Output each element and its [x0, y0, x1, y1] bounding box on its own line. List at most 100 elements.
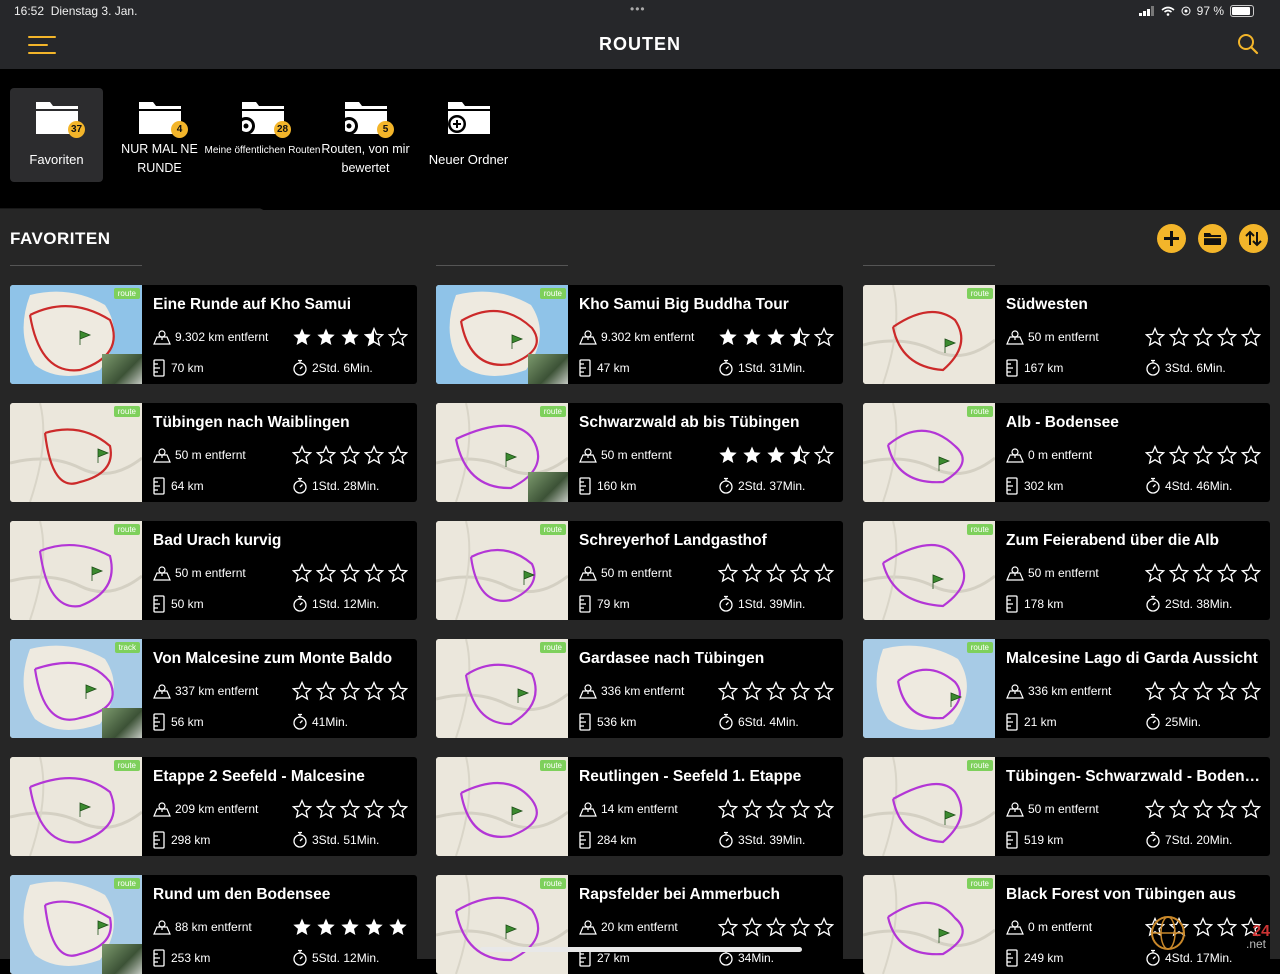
star-icon[interactable] — [1145, 327, 1165, 347]
star-icon[interactable] — [742, 563, 762, 583]
route-card[interactable]: route Schwarzwald ab bis Tübingen 50 m ent… — [436, 403, 843, 502]
star-icon[interactable] — [1193, 563, 1213, 583]
star-icon[interactable] — [1169, 681, 1189, 701]
route-card[interactable]: route Zum Feierabend über die Alb 50 m ent… — [863, 521, 1270, 620]
star-icon[interactable] — [1241, 327, 1261, 347]
route-card[interactable]: track Von Malcesine zum Monte Baldo 337 km… — [10, 639, 417, 738]
rating-stars[interactable] — [718, 917, 834, 937]
star-icon[interactable] — [292, 327, 312, 347]
star-icon[interactable] — [316, 681, 336, 701]
star-icon[interactable] — [790, 917, 810, 937]
star-icon[interactable] — [790, 799, 810, 819]
star-icon[interactable] — [790, 563, 810, 583]
star-icon[interactable] — [718, 917, 738, 937]
star-icon[interactable] — [1145, 445, 1165, 465]
star-icon[interactable] — [1193, 681, 1213, 701]
rating-stars[interactable] — [1145, 327, 1261, 347]
star-icon[interactable] — [292, 445, 312, 465]
star-icon[interactable] — [1241, 799, 1261, 819]
rating-stars[interactable] — [718, 563, 834, 583]
star-icon[interactable] — [388, 327, 408, 347]
rating-stars[interactable] — [292, 327, 408, 347]
rating-stars[interactable] — [1145, 563, 1261, 583]
star-icon[interactable] — [364, 445, 384, 465]
star-icon[interactable] — [766, 799, 786, 819]
star-icon[interactable] — [1145, 799, 1165, 819]
star-icon[interactable] — [1145, 563, 1165, 583]
folder-routen-von-mir-bewertet[interactable]: 5 Routen, von mir bewertet — [319, 88, 412, 182]
route-card[interactable]: route Eine Runde auf Kho Samui 9.302 km en… — [10, 285, 417, 384]
rating-stars[interactable] — [292, 799, 408, 819]
folder-nur-mal-ne-runde[interactable]: 4 NUR MAL NE RUNDE — [113, 88, 206, 182]
star-icon[interactable] — [1193, 327, 1213, 347]
rating-stars[interactable] — [718, 799, 834, 819]
star-icon[interactable] — [1241, 563, 1261, 583]
star-icon[interactable] — [742, 799, 762, 819]
star-icon[interactable] — [814, 327, 834, 347]
folder-neuer-ordner[interactable]: Neuer Ordner — [422, 88, 515, 182]
route-card[interactable]: route Reutlingen - Seefeld 1. Etappe 14 km… — [436, 757, 843, 856]
star-icon[interactable] — [364, 563, 384, 583]
sort-button[interactable] — [1239, 224, 1268, 253]
star-icon[interactable] — [364, 799, 384, 819]
star-icon[interactable] — [766, 563, 786, 583]
folder-meine-oeffentlichen-routen[interactable]: 28 Meine öffentlichen Routen — [204, 88, 321, 182]
rating-stars[interactable] — [718, 681, 834, 701]
star-icon[interactable] — [388, 799, 408, 819]
star-icon[interactable] — [388, 917, 408, 937]
star-icon[interactable] — [718, 681, 738, 701]
star-icon[interactable] — [742, 917, 762, 937]
star-icon[interactable] — [1217, 799, 1237, 819]
rating-stars[interactable] — [292, 445, 408, 465]
rating-stars[interactable] — [292, 917, 408, 937]
route-card[interactable]: route Etappe 2 Seefeld - Malcesine 209 km … — [10, 757, 417, 856]
star-icon[interactable] — [316, 327, 336, 347]
rating-stars[interactable] — [718, 445, 834, 465]
star-icon[interactable] — [718, 799, 738, 819]
star-icon[interactable] — [364, 917, 384, 937]
star-icon[interactable] — [766, 917, 786, 937]
star-icon[interactable] — [1217, 681, 1237, 701]
star-icon[interactable] — [1193, 445, 1213, 465]
rating-stars[interactable] — [1145, 681, 1261, 701]
star-icon[interactable] — [718, 563, 738, 583]
star-icon[interactable] — [766, 445, 786, 465]
star-icon[interactable] — [388, 681, 408, 701]
open-folder-button[interactable] — [1198, 224, 1227, 253]
star-icon[interactable] — [340, 799, 360, 819]
star-icon[interactable] — [718, 445, 738, 465]
star-icon[interactable] — [1169, 327, 1189, 347]
rating-stars[interactable] — [718, 327, 834, 347]
route-card[interactable]: route Alb - Bodensee 0 m entfernt 302 km 4St… — [863, 403, 1270, 502]
star-icon[interactable] — [1217, 563, 1237, 583]
star-icon[interactable] — [1241, 681, 1261, 701]
star-icon[interactable] — [718, 327, 738, 347]
route-card[interactable]: route Schreyerhof Landgasthof 50 m entfern… — [436, 521, 843, 620]
star-icon[interactable] — [1169, 563, 1189, 583]
route-card[interactable]: route Bad Urach kurvig 50 m entfernt 50 km 1… — [10, 521, 417, 620]
route-card[interactable]: route Kho Samui Big Buddha Tour 9.302 km e… — [436, 285, 843, 384]
route-card[interactable]: route Rund um den Bodensee 88 km entfernt 2… — [10, 875, 417, 974]
star-icon[interactable] — [814, 445, 834, 465]
multitasking-dots[interactable]: ••• — [630, 2, 646, 16]
star-icon[interactable] — [340, 445, 360, 465]
home-indicator[interactable] — [480, 947, 802, 952]
rating-stars[interactable] — [292, 681, 408, 701]
star-icon[interactable] — [814, 799, 834, 819]
star-icon[interactable] — [316, 445, 336, 465]
star-icon[interactable] — [316, 563, 336, 583]
star-icon[interactable] — [814, 681, 834, 701]
star-icon[interactable] — [790, 681, 810, 701]
route-card[interactable]: route Rapsfelder bei Ammerbuch 20 km entfe… — [436, 875, 843, 974]
star-icon[interactable] — [1145, 681, 1165, 701]
star-icon[interactable] — [340, 681, 360, 701]
rating-stars[interactable] — [1145, 799, 1261, 819]
star-icon[interactable] — [292, 917, 312, 937]
star-icon[interactable] — [340, 917, 360, 937]
star-icon[interactable] — [340, 327, 360, 347]
star-icon[interactable] — [1169, 799, 1189, 819]
route-card[interactable]: route Südwesten 50 m entfernt 167 km 3Std. 6… — [863, 285, 1270, 384]
star-icon[interactable] — [316, 799, 336, 819]
star-icon[interactable] — [292, 799, 312, 819]
star-icon[interactable] — [766, 327, 786, 347]
